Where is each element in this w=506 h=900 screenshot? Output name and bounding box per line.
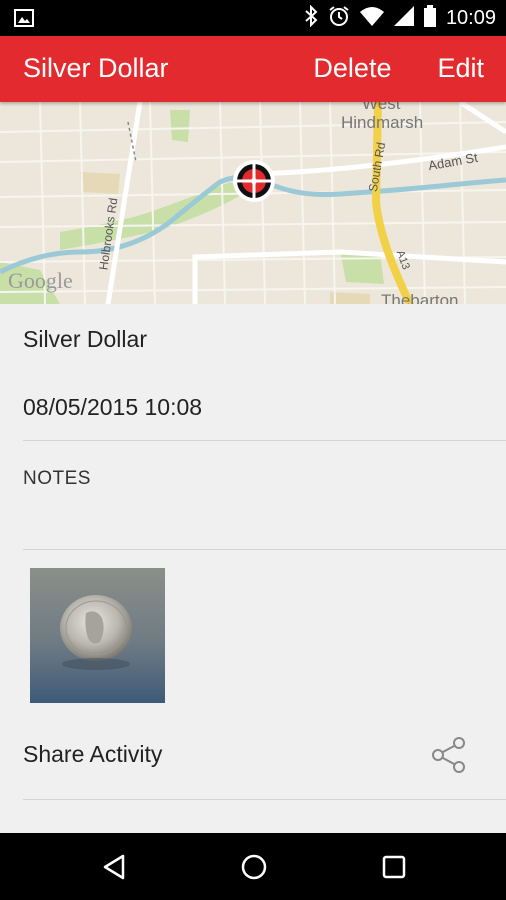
wifi-icon [359, 6, 384, 31]
map-label-thebarton: Thebarton [381, 291, 459, 304]
app-bar: Silver Dollar Delete Edit [0, 36, 506, 102]
map-label-hindmarsh: Hindmarsh [341, 113, 424, 132]
app-actions: Delete Edit [313, 53, 484, 84]
google-watermark: Google [8, 268, 73, 293]
image-notification-icon [14, 8, 34, 33]
delete-button[interactable]: Delete [313, 53, 391, 84]
activity-datetime: 08/05/2015 10:08 [23, 394, 203, 420]
app-title: Silver Dollar [23, 53, 169, 83]
recents-icon[interactable] [379, 852, 409, 882]
bluetooth-icon [304, 4, 318, 32]
alarm-icon [328, 5, 350, 32]
divider [23, 549, 506, 550]
divider [23, 799, 506, 800]
edit-button[interactable]: Edit [437, 53, 484, 84]
share-activity-label[interactable]: Share Activity [23, 741, 162, 768]
back-icon[interactable] [100, 852, 130, 882]
map-view[interactable]: West Hindmarsh Adam St South Rd Holbrook… [0, 102, 506, 304]
battery-icon [423, 4, 436, 32]
cell-signal-icon [393, 5, 414, 31]
divider [23, 440, 506, 441]
status-bar: 10:09 [0, 0, 506, 36]
notes-label: NOTES [23, 468, 91, 489]
share-icon[interactable] [430, 736, 468, 774]
crosshair-marker-icon[interactable] [231, 158, 277, 204]
status-icons: 10:09 [304, 0, 496, 36]
navigation-bar [0, 833, 506, 900]
activity-detail: Silver Dollar 08/05/2015 10:08 NOTES Sha… [0, 304, 506, 833]
status-time: 10:09 [445, 6, 496, 29]
activity-photo[interactable] [30, 568, 165, 703]
activity-title: Silver Dollar [23, 326, 147, 352]
home-icon[interactable] [239, 852, 269, 882]
